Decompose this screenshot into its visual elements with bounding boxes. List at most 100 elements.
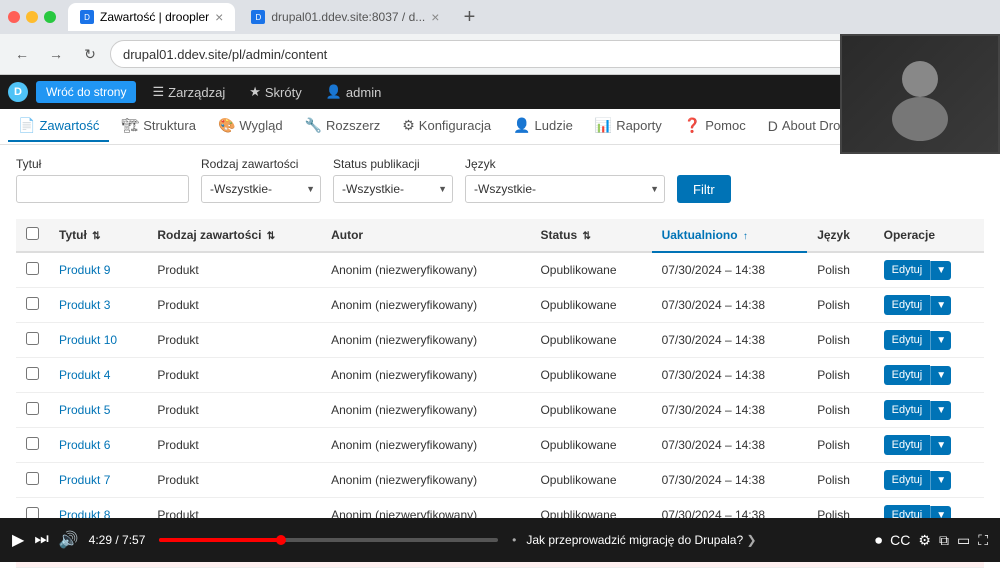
row-operations-cell: Edytuj ▼ (874, 323, 984, 358)
back-to-site-button[interactable]: Wróć do strony (36, 81, 136, 103)
row-checkbox-6[interactable] (26, 472, 39, 485)
updated-sort-icon[interactable]: ↑ (743, 231, 748, 242)
next-button[interactable]: ⏭ (34, 531, 48, 549)
row-title-link-0[interactable]: Produkt 9 (59, 263, 110, 277)
row-checkbox-cell (16, 358, 49, 393)
progress-bar[interactable] (159, 538, 498, 542)
edit-dropdown-3[interactable]: ▼ (930, 366, 951, 385)
row-title-link-4[interactable]: Produkt 5 (59, 403, 110, 417)
row-checkbox-5[interactable] (26, 437, 39, 450)
tab-close-2[interactable]: × (431, 9, 439, 25)
row-updated-cell: 07/30/2024 – 14:38 (652, 252, 808, 288)
play-button[interactable]: ▶ (12, 530, 24, 550)
status-sort-icon[interactable]: ⇅ (582, 231, 590, 242)
status-filter-select[interactable]: -Wszystkie- (333, 175, 453, 203)
table-row: Produkt 9 Produkt Anonim (niezweryfikowa… (16, 252, 984, 288)
row-title-link-6[interactable]: Produkt 7 (59, 473, 110, 487)
nav-item-structure[interactable]: 🏗 Struktura (111, 111, 206, 142)
title-sort-icon[interactable]: ⇅ (92, 231, 100, 242)
row-title-cell: Produkt 4 (49, 358, 147, 393)
row-status-cell: Opublikowane (530, 288, 651, 323)
type-filter-select[interactable]: -Wszystkie- (201, 175, 321, 203)
admin-menu-item[interactable]: 👤 admin (318, 80, 390, 104)
volume-icon[interactable]: 🔊 (59, 530, 79, 550)
progress-bar-fill (159, 538, 281, 542)
nav-item-help[interactable]: ❓ Pomoc (674, 111, 756, 142)
row-title-link-5[interactable]: Produkt 6 (59, 438, 110, 452)
tab-favicon-1: D (80, 10, 94, 24)
config-icon: ⚙ (402, 117, 415, 134)
row-language-cell: Polish (807, 463, 873, 498)
row-type-cell: Produkt (147, 358, 321, 393)
tab-2[interactable]: D drupal01.ddev.site:8037 / d... × (239, 3, 451, 31)
edit-button-5[interactable]: Edytuj (884, 435, 931, 455)
drupal-logo: D (8, 82, 28, 102)
edit-button-0[interactable]: Edytuj (884, 260, 931, 280)
reload-button[interactable]: ↻ (76, 40, 104, 68)
url-bar[interactable]: drupal01.ddev.site/pl/admin/content (110, 40, 854, 68)
tab-close-1[interactable]: × (215, 9, 223, 25)
nav-label-reports: Raporty (616, 118, 662, 133)
select-all-header (16, 219, 49, 252)
minimize-window-button[interactable] (26, 11, 38, 23)
row-type-cell: Produkt (147, 463, 321, 498)
edit-button-6[interactable]: Edytuj (884, 470, 931, 490)
play-circle-icon[interactable]: ⏺ (875, 532, 882, 549)
row-checkbox-3[interactable] (26, 367, 39, 380)
shortcuts-menu-item[interactable]: ★ Skróty (241, 80, 310, 104)
row-title-cell: Produkt 9 (49, 252, 147, 288)
edit-dropdown-5[interactable]: ▼ (930, 436, 951, 455)
edit-button-1[interactable]: Edytuj (884, 295, 931, 315)
row-operations-cell: Edytuj ▼ (874, 428, 984, 463)
manage-menu-item[interactable]: ☰ Zarządzaj (144, 80, 233, 104)
edit-dropdown-1[interactable]: ▼ (930, 296, 951, 315)
edit-button-2[interactable]: Edytuj (884, 330, 931, 350)
nav-item-config[interactable]: ⚙ Konfiguracja (392, 111, 501, 142)
maximize-window-button[interactable] (44, 11, 56, 23)
row-checkbox-2[interactable] (26, 332, 39, 345)
structure-icon: 🏗 (121, 117, 139, 134)
nav-item-extend[interactable]: 🔧 Rozszerz (295, 111, 391, 142)
edit-button-3[interactable]: Edytuj (884, 365, 931, 385)
row-checkbox-1[interactable] (26, 297, 39, 310)
nav-item-reports[interactable]: 📊 Raporty (585, 111, 672, 142)
tab-1[interactable]: D Zawartość | droopler × (68, 3, 235, 31)
nav-item-people[interactable]: 👤 Ludzie (503, 111, 583, 142)
select-all-checkbox[interactable] (26, 227, 39, 240)
back-button[interactable]: ← (8, 40, 36, 68)
row-title-cell: Produkt 3 (49, 288, 147, 323)
settings-icon[interactable]: ⚙ (918, 532, 931, 549)
miniplayer-icon[interactable]: ⧉ (939, 532, 949, 549)
edit-button-4[interactable]: Edytuj (884, 400, 931, 420)
row-type-cell: Produkt (147, 323, 321, 358)
row-title-cell: Produkt 6 (49, 428, 147, 463)
edit-dropdown-0[interactable]: ▼ (930, 261, 951, 280)
title-filter-label: Tytuł (16, 157, 189, 171)
forward-button[interactable]: → (42, 40, 70, 68)
captions-icon[interactable]: CC (890, 532, 910, 548)
status-select-wrapper: -Wszystkie- (333, 175, 453, 203)
edit-dropdown-6[interactable]: ▼ (930, 471, 951, 490)
nav-label-appearance: Wygląd (239, 118, 282, 133)
edit-button-group-1: Edytuj ▼ (884, 295, 974, 315)
row-checkbox-0[interactable] (26, 262, 39, 275)
edit-dropdown-4[interactable]: ▼ (930, 401, 951, 420)
new-tab-button[interactable]: + (455, 3, 483, 31)
nav-item-appearance[interactable]: 🎨 Wygląd (208, 111, 293, 142)
row-title-link-1[interactable]: Produkt 3 (59, 298, 110, 312)
type-sort-icon[interactable]: ⇅ (267, 231, 275, 242)
filter-button[interactable]: Filtr (677, 175, 731, 203)
title-filter-input[interactable] (16, 175, 189, 203)
theater-icon[interactable]: ▭ (957, 532, 970, 549)
row-title-link-3[interactable]: Produkt 4 (59, 368, 110, 382)
close-window-button[interactable] (8, 11, 20, 23)
row-title-link-2[interactable]: Produkt 10 (59, 333, 117, 347)
nav-item-content[interactable]: 📄 Zawartość (8, 111, 109, 142)
row-status-cell: Opublikowane (530, 393, 651, 428)
language-filter-select[interactable]: -Wszystkie- (465, 175, 665, 203)
edit-dropdown-2[interactable]: ▼ (930, 331, 951, 350)
row-checkbox-4[interactable] (26, 402, 39, 415)
content-table: Tytuł ⇅ Rodzaj zawartości ⇅ Autor Status… (16, 219, 984, 568)
content-icon: 📄 (18, 117, 35, 134)
fullscreen-icon[interactable]: ⛶ (978, 532, 988, 549)
